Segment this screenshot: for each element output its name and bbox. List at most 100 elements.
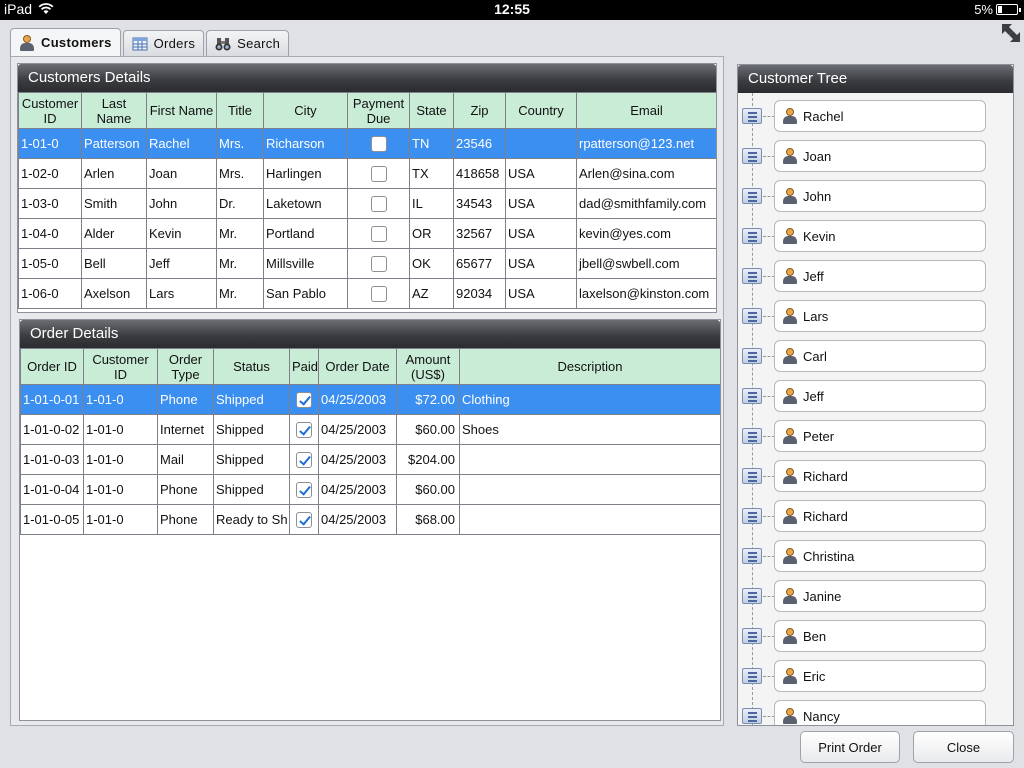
- tree-node[interactable]: Jeff: [738, 260, 998, 292]
- payment-due-checkbox[interactable]: [370, 285, 387, 302]
- tree-node-box[interactable]: John: [774, 180, 986, 212]
- tree-expand-icon[interactable]: [742, 428, 762, 444]
- tree-expand-icon[interactable]: [742, 268, 762, 284]
- tree-node[interactable]: Kevin: [738, 220, 998, 252]
- tree-expand-icon[interactable]: [742, 228, 762, 244]
- tree-node[interactable]: Eric: [738, 660, 998, 692]
- tree-expand-icon[interactable]: [742, 508, 762, 524]
- tree-expand-icon[interactable]: [742, 668, 762, 684]
- column-header[interactable]: Amount (US$): [396, 348, 460, 385]
- column-header[interactable]: Status: [213, 348, 290, 385]
- column-header[interactable]: Order ID: [20, 348, 84, 385]
- tree-node[interactable]: Nancy: [738, 700, 998, 725]
- tree-expand-icon[interactable]: [742, 468, 762, 484]
- table-row[interactable]: 1-01-0-03 1-01-0 Mail Shipped 04/25/2003 $204…: [20, 444, 720, 475]
- tree-node[interactable]: Joan: [738, 140, 998, 172]
- tree-node-box[interactable]: Janine: [774, 580, 986, 612]
- table-row[interactable]: 1-04-0 Alder Kevin Mr. Portland OR 32567 USA kev…: [18, 218, 716, 249]
- tree-node[interactable]: Ben: [738, 620, 998, 652]
- print-order-button[interactable]: Print Order: [800, 731, 900, 763]
- column-header[interactable]: Country: [505, 92, 577, 129]
- table-cell: 1-04-0: [18, 218, 82, 249]
- table-row[interactable]: 1-01-0-05 1-01-0 Phone Ready to Sh 04/25/200…: [20, 504, 720, 535]
- table-cell: 1-01-0: [18, 128, 82, 159]
- tree-node-box[interactable]: Christina: [774, 540, 986, 572]
- tree-node-box[interactable]: Jeff: [774, 260, 986, 292]
- paid-checkbox[interactable]: [296, 511, 312, 528]
- tab-search[interactable]: Search: [206, 30, 290, 56]
- table-row[interactable]: 1-05-0 Bell Jeff Mr. Millsville OK 65677 USA jbe…: [18, 248, 716, 279]
- payment-due-checkbox[interactable]: [370, 135, 387, 152]
- tab-customers[interactable]: Customers: [10, 28, 121, 56]
- column-header[interactable]: City: [263, 92, 348, 129]
- payment-due-checkbox[interactable]: [370, 255, 387, 272]
- table-row[interactable]: 1-01-0 Patterson Rachel Mrs. Richarson TN 2354…: [18, 128, 716, 159]
- table-row[interactable]: 1-02-0 Arlen Joan Mrs. Harlingen TX 418658 USA A…: [18, 158, 716, 189]
- tree-node[interactable]: Janine: [738, 580, 998, 612]
- tree-node-box[interactable]: Eric: [774, 660, 986, 692]
- payment-due-checkbox[interactable]: [370, 195, 387, 212]
- table-row[interactable]: 1-06-0 Axelson Lars Mr. San Pablo AZ 92034 USA l…: [18, 278, 716, 309]
- tree-node-box[interactable]: Carl: [774, 340, 986, 372]
- tab-orders[interactable]: Orders: [122, 30, 205, 56]
- column-header[interactable]: Order Type: [157, 348, 214, 385]
- column-header[interactable]: Customer ID: [83, 348, 158, 385]
- column-header[interactable]: State: [409, 92, 454, 129]
- tree-node[interactable]: Christina: [738, 540, 998, 572]
- tree-node-box[interactable]: Rachel: [774, 100, 986, 132]
- table-row[interactable]: 1-01-0-01 1-01-0 Phone Shipped 04/25/2003 $72…: [20, 384, 720, 415]
- tree-node[interactable]: Richard: [738, 500, 998, 532]
- tree-node[interactable]: Lars: [738, 300, 998, 332]
- column-header[interactable]: Paid: [289, 348, 319, 385]
- tree-expand-icon[interactable]: [742, 388, 762, 404]
- tree-node[interactable]: Richard: [738, 460, 998, 492]
- tree-expand-icon[interactable]: [742, 348, 762, 364]
- tree-node-box[interactable]: Richard: [774, 500, 986, 532]
- tree-node-box[interactable]: Lars: [774, 300, 986, 332]
- column-header[interactable]: Email: [576, 92, 716, 129]
- tree-node[interactable]: Peter: [738, 420, 998, 452]
- tree-node-box[interactable]: Ben: [774, 620, 986, 652]
- column-header[interactable]: Order Date: [318, 348, 397, 385]
- paid-checkbox[interactable]: [296, 391, 312, 408]
- customer-tree[interactable]: Rachel Joan John Kevin Jeff Lars Carl Jeff Peter…: [738, 93, 1013, 725]
- tree-expand-icon[interactable]: [742, 588, 762, 604]
- table-row[interactable]: 1-01-0-02 1-01-0 Internet Shipped 04/25/2003…: [20, 414, 720, 445]
- paid-checkbox[interactable]: [296, 421, 312, 438]
- column-header[interactable]: Description: [459, 348, 720, 385]
- tree-expand-icon[interactable]: [742, 308, 762, 324]
- tree-node[interactable]: Jeff: [738, 380, 998, 412]
- tree-node-box[interactable]: Peter: [774, 420, 986, 452]
- tree-expand-icon[interactable]: [742, 708, 762, 724]
- tree-expand-icon[interactable]: [742, 548, 762, 564]
- table-row[interactable]: 1-01-0-04 1-01-0 Phone Shipped 04/25/2003 $60…: [20, 474, 720, 505]
- table-cell: 04/25/2003: [318, 414, 397, 445]
- tree-node[interactable]: Rachel: [738, 100, 998, 132]
- column-header[interactable]: Title: [216, 92, 264, 129]
- tree-expand-icon[interactable]: [742, 188, 762, 204]
- table-cell: Laketown: [263, 188, 348, 219]
- close-button[interactable]: Close: [913, 731, 1014, 763]
- tree-expand-icon[interactable]: [742, 148, 762, 164]
- tree-node[interactable]: Carl: [738, 340, 998, 372]
- resize-arrows-icon[interactable]: [1000, 22, 1022, 44]
- paid-checkbox[interactable]: [296, 451, 312, 468]
- tree-expand-icon[interactable]: [742, 628, 762, 644]
- tree-node-box[interactable]: Richard: [774, 460, 986, 492]
- tree-node-box[interactable]: Kevin: [774, 220, 986, 252]
- column-header[interactable]: Customer ID: [18, 92, 82, 129]
- table-cell: 1-01-0: [83, 444, 158, 475]
- column-header[interactable]: Last Name: [81, 92, 147, 129]
- table-row[interactable]: 1-03-0 Smith John Dr. Laketown IL 34543 USA dad@…: [18, 188, 716, 219]
- paid-checkbox[interactable]: [296, 481, 312, 498]
- payment-due-checkbox[interactable]: [370, 165, 387, 182]
- tree-node-box[interactable]: Joan: [774, 140, 986, 172]
- column-header[interactable]: First Name: [146, 92, 217, 129]
- tree-node-box[interactable]: Nancy: [774, 700, 986, 725]
- tree-node[interactable]: John: [738, 180, 998, 212]
- tree-node-box[interactable]: Jeff: [774, 380, 986, 412]
- column-header[interactable]: Zip: [453, 92, 506, 129]
- column-header[interactable]: Payment Due: [347, 92, 410, 129]
- tree-expand-icon[interactable]: [742, 108, 762, 124]
- payment-due-checkbox[interactable]: [370, 225, 387, 242]
